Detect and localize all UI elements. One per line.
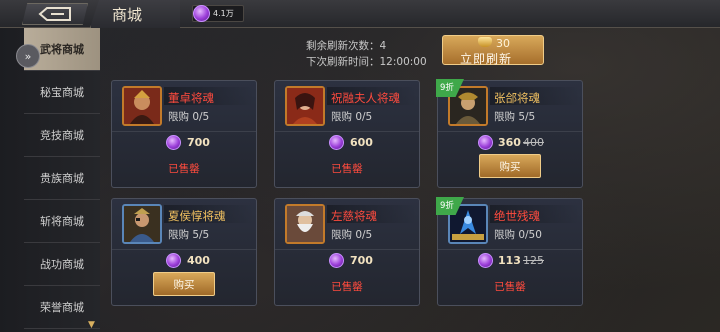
gold-ingot-icon xyxy=(478,37,492,47)
sold-out-label: 已售罄 xyxy=(168,163,200,175)
refresh-now-label: 立即刷新 xyxy=(460,52,513,66)
shop-card-dongzhuo[interactable]: 董卓将魂 限购 0/5 700 已售罄 xyxy=(111,80,257,188)
price: 360 xyxy=(498,136,521,149)
price: 700 xyxy=(350,254,373,267)
divider xyxy=(275,131,419,132)
buy-button[interactable]: 购买 xyxy=(153,272,215,296)
back-button[interactable] xyxy=(22,3,88,25)
purple-gem-icon xyxy=(478,135,493,150)
sold-out-label: 已售罄 xyxy=(494,281,526,293)
sidebar-item-merit-shop[interactable]: 战功商城 xyxy=(24,243,100,286)
sidebar-item-noble-shop[interactable]: 贵族商城 xyxy=(24,157,100,200)
page-title: 商城 xyxy=(112,6,143,24)
sidebar-item-arena-shop[interactable]: 竞技商城 xyxy=(24,114,100,157)
item-name: 绝世残魂 xyxy=(494,209,540,223)
dongzhuo-portrait-icon xyxy=(122,86,162,126)
sidebar-item-treasure-shop[interactable]: 秘宝商城 xyxy=(24,71,100,114)
item-name: 左慈将魂 xyxy=(331,209,377,223)
shop-card-zhurong[interactable]: 祝融夫人将魂 限购 0/5 600 已售罄 xyxy=(274,80,420,188)
refresh-next-label: 下次刷新时间： xyxy=(306,56,380,68)
divider xyxy=(112,131,256,132)
purple-gem-icon xyxy=(193,5,210,22)
refresh-cost: 30 xyxy=(496,37,510,50)
sold-out-label: 已售罄 xyxy=(331,163,363,175)
purchase-limit: 限购 0/5 xyxy=(168,111,210,123)
purple-gem-icon xyxy=(166,135,181,150)
purple-gem-icon xyxy=(329,253,344,268)
divider xyxy=(438,131,582,132)
zhurong-portrait-icon xyxy=(285,86,325,126)
divider xyxy=(438,249,582,250)
purchase-limit: 限购 5/5 xyxy=(494,111,536,123)
scroll-down-icon: ▼ xyxy=(88,320,95,330)
purchase-limit: 限购 0/5 xyxy=(331,229,373,241)
item-name: 张郃将魂 xyxy=(494,91,540,105)
refresh-remaining-label: 剩余刷新次数： xyxy=(306,40,380,52)
purchase-limit: 限购 5/5 xyxy=(168,229,210,241)
purple-gem-icon xyxy=(166,253,181,268)
currency-value: 4.1万 xyxy=(213,9,234,18)
price: 700 xyxy=(187,136,210,149)
shop-card-xiahoudun[interactable]: 夏侯惇将魂 限购 5/5 400 购买 xyxy=(111,198,257,306)
refresh-info: 剩余刷新次数：4 下次刷新时间：12:00:00 xyxy=(306,38,427,70)
original-price: 400 xyxy=(523,136,544,149)
purple-gem-icon xyxy=(329,135,344,150)
divider xyxy=(112,249,256,250)
item-name: 祝融夫人将魂 xyxy=(331,91,400,105)
zuoci-portrait-icon xyxy=(285,204,325,244)
sidebar-item-slay-shop[interactable]: 斩将商城 xyxy=(24,200,100,243)
back-arrow-icon xyxy=(38,7,71,21)
purple-gem-icon xyxy=(478,253,493,268)
item-name: 夏侯惇将魂 xyxy=(168,209,226,223)
item-name: 董卓将魂 xyxy=(168,91,214,105)
price: 400 xyxy=(187,254,210,267)
shop-card-peerless-soul[interactable]: 9折 绝世残魂 限购 0/50 113 125 已售罄 xyxy=(436,197,583,306)
price: 600 xyxy=(350,136,373,149)
divider xyxy=(275,249,419,250)
xiahoudun-portrait-icon xyxy=(122,204,162,244)
purchase-limit: 限购 0/50 xyxy=(494,229,542,241)
shop-card-zuoci[interactable]: 左慈将魂 限购 0/5 700 已售罄 xyxy=(274,198,420,306)
refresh-remaining-count: 4 xyxy=(379,40,387,52)
sold-out-label: 已售罄 xyxy=(331,281,363,293)
shop-card-zhanghe[interactable]: 9折 张郃将魂 限购 5/5 360 400 购买 xyxy=(436,79,583,188)
refresh-next-time: 12:00:00 xyxy=(379,56,427,68)
purchase-limit: 限购 0/5 xyxy=(331,111,373,123)
expand-chevron-icon[interactable]: » xyxy=(16,44,40,68)
price: 113 xyxy=(498,254,521,267)
original-price: 125 xyxy=(523,254,544,267)
buy-button[interactable]: 购买 xyxy=(479,154,541,178)
